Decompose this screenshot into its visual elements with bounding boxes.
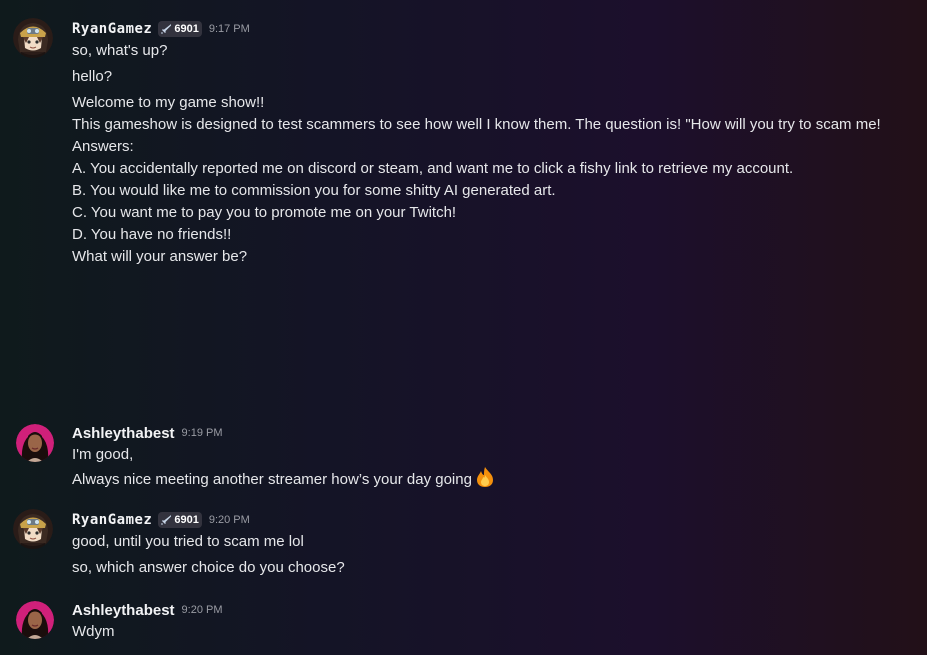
avatar[interactable] bbox=[13, 509, 53, 549]
username[interactable]: Ashleythabest bbox=[72, 602, 175, 619]
message-line: What will your answer be? bbox=[72, 248, 248, 265]
clan-tag-label: 6901 bbox=[174, 514, 199, 526]
message-line: A. You accidentally reported me on disco… bbox=[72, 160, 794, 177]
message-line: D. You have no friends!! bbox=[72, 226, 232, 243]
message-line: so, what's up? bbox=[72, 42, 168, 59]
message-line: B. You would like me to commission you f… bbox=[72, 182, 556, 199]
sword-icon bbox=[161, 24, 172, 34]
avatar[interactable] bbox=[16, 424, 54, 462]
message-line: so, which answer choice do you choose? bbox=[72, 559, 345, 576]
message-line: Answers: bbox=[72, 138, 134, 155]
clan-tag-label: 6901 bbox=[174, 23, 199, 35]
timestamp[interactable]: 9:19 PM bbox=[182, 427, 223, 439]
sword-icon bbox=[161, 515, 172, 525]
message-line: Wdym bbox=[72, 623, 115, 640]
message-line-with-emoji: Always nice meeting another streamer how… bbox=[72, 466, 917, 495]
message-line: This gameshow is designed to test scamme… bbox=[72, 116, 881, 133]
clan-tag[interactable]: 6901 bbox=[158, 512, 202, 528]
username[interactable]: RyanGamez bbox=[72, 512, 152, 528]
clan-tag[interactable]: 6901 bbox=[158, 21, 202, 37]
username[interactable]: RyanGamez bbox=[72, 21, 152, 37]
message-line: good, until you tried to scam me lol bbox=[72, 533, 304, 550]
message-text: Always nice meeting another streamer how… bbox=[72, 471, 472, 488]
username[interactable]: Ashleythabest bbox=[72, 425, 175, 442]
message-line: Welcome to my game show!! bbox=[72, 94, 265, 111]
avatar[interactable] bbox=[16, 601, 54, 639]
message-line: hello? bbox=[72, 68, 113, 85]
timestamp[interactable]: 9:20 PM bbox=[209, 514, 250, 526]
avatar[interactable] bbox=[13, 18, 53, 58]
message-line: C. You want me to pay you to promote me … bbox=[72, 204, 457, 221]
message-line: I'm good, bbox=[72, 446, 134, 463]
timestamp[interactable]: 9:20 PM bbox=[182, 604, 223, 616]
fire-emoji-icon bbox=[475, 466, 495, 495]
timestamp[interactable]: 9:17 PM bbox=[209, 23, 250, 35]
chat-log: RyanGamez 6901 9:17 PM so, what's up? he… bbox=[0, 0, 927, 655]
